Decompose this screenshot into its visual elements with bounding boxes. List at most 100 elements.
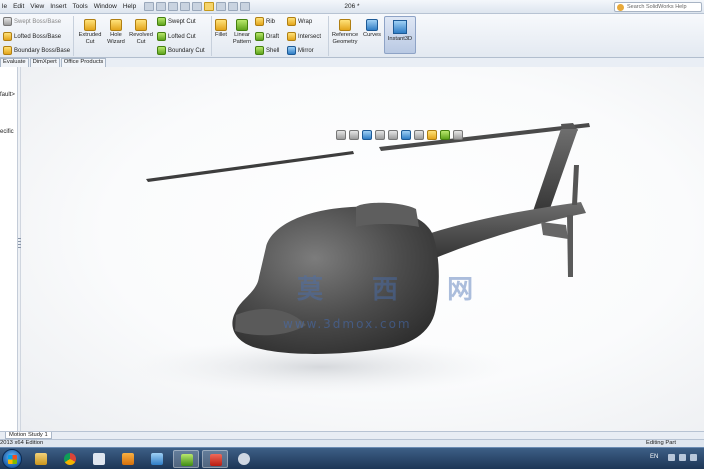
system-tray [668, 454, 697, 461]
previous-view-icon[interactable] [362, 130, 372, 140]
shell-label: Shell [266, 47, 280, 54]
shell-button[interactable]: Shell [255, 46, 279, 55]
view-settings-icon[interactable] [453, 130, 463, 140]
lofted-cut-button[interactable]: Lofted Cut [157, 32, 196, 41]
wrap-button[interactable]: Wrap [287, 17, 312, 26]
view-orientation-icon[interactable] [388, 130, 398, 140]
tray-flag-icon[interactable] [690, 454, 697, 461]
rebuild-icon[interactable] [216, 2, 227, 11]
boundary-cut-button[interactable]: Boundary Cut [157, 46, 205, 55]
taskbar-network-button[interactable] [144, 450, 170, 468]
tab-motion-study-1[interactable]: Motion Study 1 [5, 432, 52, 439]
boundary-boss-base-button[interactable]: Boundary Boss/Base [3, 46, 70, 55]
config-default-text[interactable]: fault> [0, 92, 15, 98]
quick-access-toolbar [144, 2, 251, 11]
tray-network-icon[interactable] [668, 454, 675, 461]
section-view-icon[interactable] [375, 130, 385, 140]
mirror-button[interactable]: Mirror [287, 46, 314, 55]
lofted-cut-label: Lofted Cut [168, 33, 196, 40]
title-bar: le Edit View Insert Tools Window Help 20… [0, 0, 704, 14]
zoom-to-fit-icon[interactable] [336, 130, 346, 140]
linear-pattern-button[interactable]: Linear Pattern [228, 19, 256, 45]
help-search-input[interactable]: Search SolidWorks Help [614, 2, 702, 12]
wrap-icon [287, 17, 296, 26]
tab-dimxpert[interactable]: DimXpert [29, 58, 60, 67]
document-icon [93, 453, 105, 465]
extruded-cut-label-2: Cut [85, 38, 95, 45]
lofted-boss-icon [3, 32, 12, 41]
taskbar-solidworks-button[interactable] [202, 450, 228, 468]
menu-file[interactable]: le [2, 3, 7, 10]
edit-appearance-icon[interactable] [427, 130, 437, 140]
hole-wizard-icon [110, 19, 122, 31]
status-bar: 2013 x64 Edition Editing Part [0, 439, 704, 447]
swept-boss-base-button[interactable]: Swept Boss/Base [3, 17, 61, 26]
undo-icon[interactable] [192, 2, 203, 11]
taskbar-document-button[interactable] [86, 450, 112, 468]
revolved-cut-label-1: Revolved [129, 32, 153, 38]
search-icon [617, 4, 624, 11]
watermark-url-text: www.3dmox.com [283, 317, 412, 331]
tab-office-products[interactable]: Office Products [60, 58, 107, 67]
taskbar-media-player-button[interactable] [115, 450, 141, 468]
main-rotor-blade-left [146, 151, 354, 182]
taskbar-app-button[interactable] [173, 450, 199, 468]
tray-volume-icon[interactable] [679, 454, 686, 461]
intersect-icon [287, 32, 296, 41]
menu-insert[interactable]: Insert [50, 3, 66, 10]
swept-cut-label: Swept Cut [168, 18, 196, 25]
menu-view[interactable]: View [30, 3, 44, 10]
chrome-icon [64, 453, 76, 465]
options-icon[interactable] [240, 2, 251, 11]
config-specific-text[interactable]: ecific [0, 129, 14, 135]
tail-rotor-blade-lower [567, 215, 573, 277]
file-properties-icon[interactable] [228, 2, 239, 11]
windows-taskbar: EN [0, 447, 704, 469]
curves-button[interactable]: Curves [358, 19, 386, 39]
start-button[interactable] [2, 449, 22, 469]
swept-cut-button[interactable]: Swept Cut [157, 17, 196, 26]
print-icon[interactable] [180, 2, 191, 11]
taskbar-explorer-button[interactable] [28, 450, 54, 468]
extruded-cut-button[interactable]: Extruded Cut [76, 19, 104, 45]
open-file-icon[interactable] [156, 2, 167, 11]
menu-help[interactable]: Help [123, 3, 136, 10]
revolved-cut-button[interactable]: Revolved Cut [127, 19, 155, 45]
display-style-icon[interactable] [401, 130, 411, 140]
apply-scene-icon[interactable] [440, 130, 450, 140]
graphics-viewport[interactable]: 莫 西 网 www.3dmox.com z x [21, 67, 704, 431]
taskbar-tool-button[interactable] [231, 450, 257, 468]
tab-evaluate[interactable]: Evaluate [0, 58, 29, 67]
rib-label: Rib [266, 18, 276, 25]
new-file-icon[interactable] [144, 2, 155, 11]
swept-boss-icon [3, 17, 12, 26]
lofted-boss-base-button[interactable]: Lofted Boss/Base [3, 32, 61, 41]
green-app-icon [181, 454, 193, 466]
reference-geometry-button[interactable]: Reference Geometry [329, 19, 361, 45]
heads-up-view-toolbar [336, 129, 463, 141]
menu-tools[interactable]: Tools [73, 3, 88, 10]
select-icon[interactable] [204, 2, 215, 11]
taskbar-chrome-button[interactable] [57, 450, 83, 468]
draft-button[interactable]: Draft [255, 32, 279, 41]
boundary-cut-icon [157, 46, 166, 55]
media-player-icon [122, 453, 134, 465]
zoom-to-area-icon[interactable] [349, 130, 359, 140]
curves-label: Curves [362, 32, 381, 38]
menu-window[interactable]: Window [94, 3, 117, 10]
menu-edit[interactable]: Edit [13, 3, 24, 10]
revolved-cut-icon [135, 19, 147, 31]
draft-label: Draft [266, 33, 280, 40]
fillet-icon [215, 19, 227, 31]
instant3d-button[interactable]: Instant3D [384, 16, 416, 54]
hide-show-items-icon[interactable] [414, 130, 424, 140]
feature-manager-panel: fault> ecific [0, 67, 18, 431]
intersect-button[interactable]: Intersect [287, 32, 321, 41]
rib-button[interactable]: Rib [255, 17, 275, 26]
hole-wizard-button[interactable]: Hole Wizard [102, 19, 130, 45]
save-icon[interactable] [168, 2, 179, 11]
wrap-label: Wrap [298, 18, 313, 25]
rib-icon [255, 17, 264, 26]
language-indicator[interactable]: EN [650, 454, 658, 460]
boundary-boss-label: Boundary Boss/Base [14, 47, 71, 54]
